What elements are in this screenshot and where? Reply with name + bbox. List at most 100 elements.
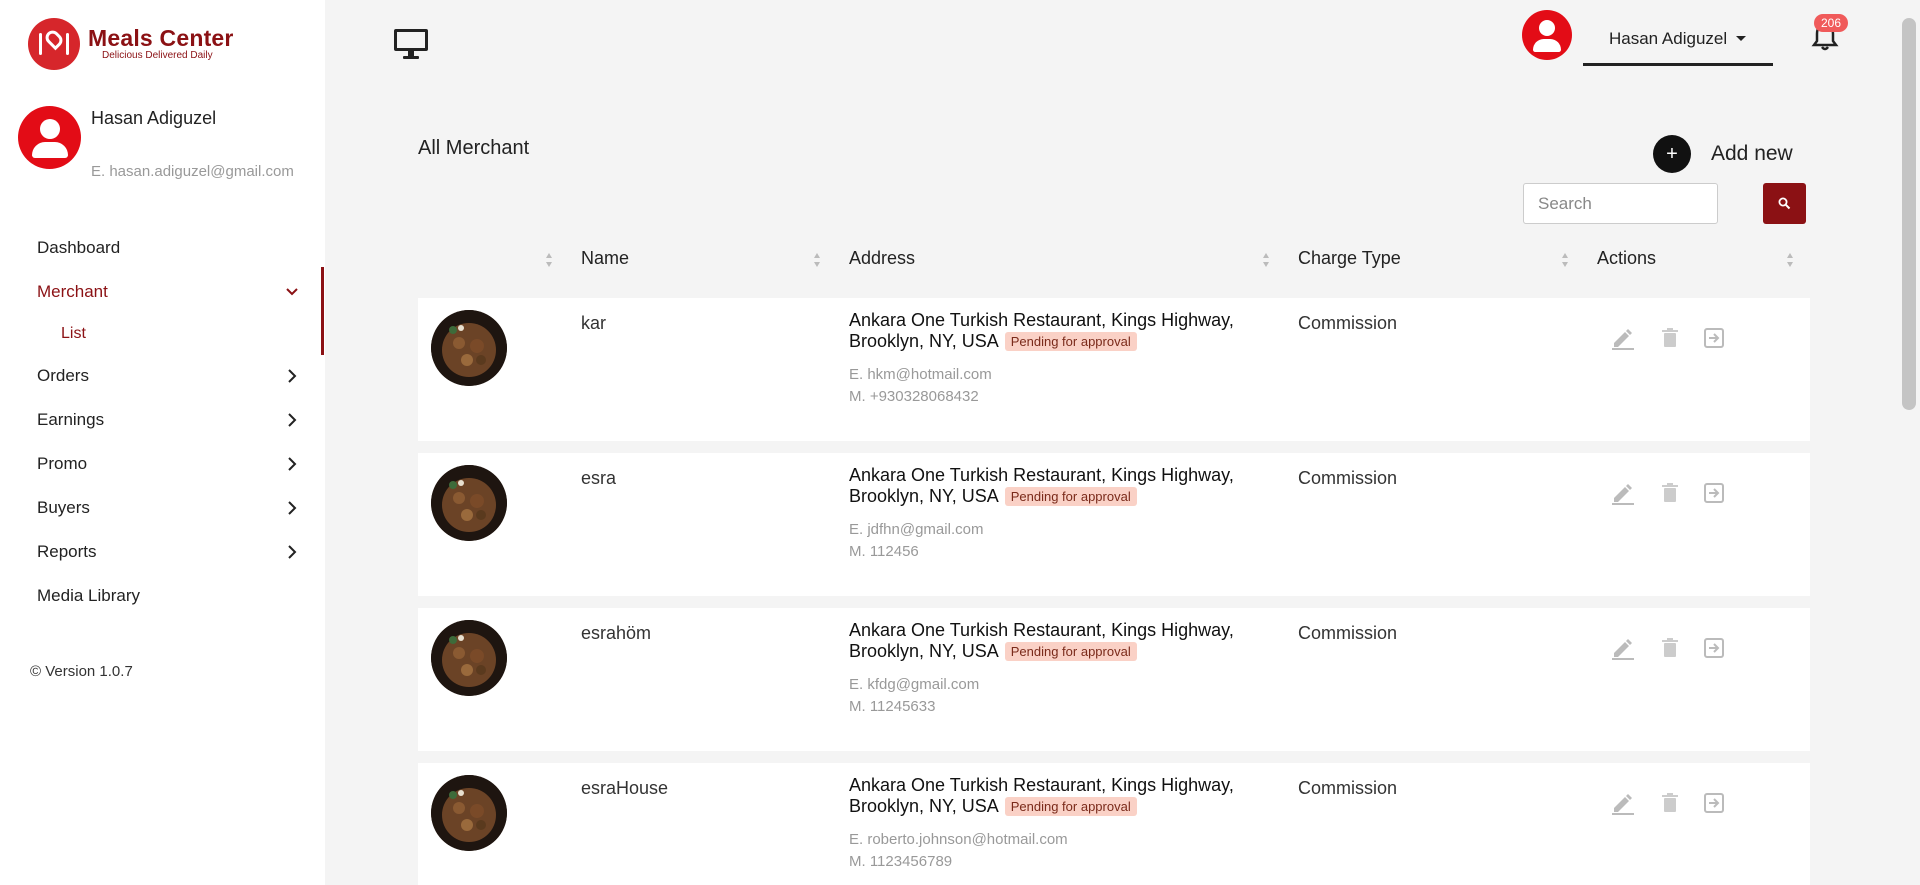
chevron-right-icon — [288, 413, 297, 427]
chevron-right-icon — [288, 369, 297, 383]
merchant-mobile: M. 11245633 — [849, 698, 936, 715]
chevron-right-icon — [288, 545, 297, 559]
sidebar-item-orders[interactable]: Orders — [0, 354, 325, 398]
edit-icon[interactable] — [1610, 325, 1636, 351]
page-title: All Merchant — [418, 137, 530, 159]
sidebar-item-earnings[interactable]: Earnings — [0, 398, 325, 442]
sort-icon[interactable] — [1560, 251, 1570, 269]
sidebar-item-label: Reports — [37, 542, 97, 561]
merchant-mobile: M. 112456 — [849, 543, 919, 560]
sidebar-item-label: Earnings — [37, 410, 105, 429]
sidebar-item-merchant[interactable]: Merchant — [0, 270, 325, 314]
merchant-charge-type: Commission — [1298, 313, 1398, 333]
user-menu-dropdown[interactable]: Hasan Adiguzel — [1583, 14, 1773, 66]
merchant-thumbnail — [431, 465, 507, 541]
merchant-email: E. hkm@hotmail.com — [849, 366, 992, 383]
sort-icon[interactable] — [812, 251, 822, 269]
sidebar-item-promo[interactable]: Promo — [0, 442, 325, 486]
add-new-label: Add new — [1711, 142, 1793, 165]
merchant-address: Ankara One Turkish Restaurant, Kings Hig… — [849, 775, 1234, 816]
merchant-charge-type: Commission — [1298, 623, 1398, 643]
merchant-email: E. roberto.johnson@hotmail.com — [849, 831, 1068, 848]
merchant-address: Ankara One Turkish Restaurant, Kings Hig… — [849, 310, 1234, 351]
profile-email: E. hasan.adiguzel@gmail.com — [91, 163, 294, 180]
caret-down-icon — [1736, 36, 1747, 41]
chevron-right-icon — [288, 457, 297, 471]
sidebar-item-label: Media Library — [37, 586, 140, 605]
merchant-name: esra — [581, 468, 617, 488]
search-input[interactable] — [1523, 183, 1718, 224]
add-new-button[interactable]: + Add new — [1653, 135, 1793, 173]
sidebar-item-media-library[interactable]: Media Library — [0, 574, 325, 618]
merchant-name: esraHouse — [581, 778, 669, 798]
column-header-actions[interactable]: Actions — [1597, 248, 1656, 269]
merchant-thumbnail — [431, 775, 507, 851]
merchant-thumbnail — [431, 310, 507, 386]
delete-icon[interactable] — [1657, 635, 1683, 661]
search-icon — [1778, 197, 1791, 210]
merchant-address: Ankara One Turkish Restaurant, Kings Hig… — [849, 620, 1234, 661]
sidebar-item-label: Merchant — [37, 282, 108, 301]
brand-tagline: Delicious Delivered Daily — [102, 50, 213, 61]
merchant-name: kar — [581, 313, 607, 333]
merchant-name: esrahöm — [581, 623, 652, 643]
chevron-down-icon — [286, 288, 298, 296]
merchant-charge-type: Commission — [1298, 778, 1398, 798]
sidebar-item-label: Buyers — [37, 498, 90, 517]
brand-title: Meals Center — [88, 25, 234, 51]
merchant-address: Ankara One Turkish Restaurant, Kings Hig… — [849, 465, 1234, 506]
sort-icon[interactable] — [544, 251, 554, 269]
merchant-charge-type: Commission — [1298, 468, 1398, 488]
sidebar-nav: Dashboard Merchant List Orders Earnings … — [0, 226, 325, 618]
delete-icon[interactable] — [1657, 325, 1683, 351]
logo-icon — [28, 18, 80, 70]
sort-icon[interactable] — [1785, 251, 1795, 269]
delete-icon[interactable] — [1657, 480, 1683, 506]
login-icon[interactable] — [1701, 325, 1727, 351]
merchant-mobile: M. 1123456789 — [849, 853, 953, 870]
user-menu-name: Hasan Adiguzel — [1609, 28, 1728, 48]
sidebar-item-reports[interactable]: Reports — [0, 530, 325, 574]
sidebar-item-label: List — [61, 325, 86, 342]
desktop-icon[interactable] — [392, 26, 432, 62]
login-icon[interactable] — [1701, 635, 1727, 661]
sidebar-item-label: Promo — [37, 454, 88, 473]
delete-icon[interactable] — [1657, 790, 1683, 816]
profile-avatar — [18, 106, 81, 169]
table-row: esra Ankara One Turkish Restaurant, King… — [418, 453, 1810, 596]
edit-icon[interactable] — [1610, 635, 1636, 661]
sidebar-item-list[interactable]: List — [0, 314, 325, 354]
sidebar-item-dashboard[interactable]: Dashboard — [0, 226, 325, 270]
status-badge: Pending for approval — [1004, 797, 1137, 816]
scrollbar-thumb[interactable] — [1902, 18, 1916, 410]
version-label: © Version 1.0.7 — [30, 663, 133, 680]
edit-icon[interactable] — [1610, 480, 1636, 506]
table-row: kar Ankara One Turkish Restaurant, Kings… — [418, 298, 1810, 441]
sidebar-item-label: Orders — [37, 366, 89, 385]
search-button[interactable] — [1763, 183, 1806, 224]
sort-icon[interactable] — [1261, 251, 1271, 269]
column-header-address[interactable]: Address — [849, 248, 915, 269]
column-header-name[interactable]: Name — [581, 248, 629, 269]
merchant-mobile: M. +930328068432 — [849, 388, 979, 405]
table-row: esrahöm Ankara One Turkish Restaurant, K… — [418, 608, 1810, 751]
merchant-email: E. kfdg@gmail.com — [849, 676, 980, 693]
sidebar-profile: Hasan Adiguzel E. hasan.adiguzel@gmail.c… — [18, 106, 318, 186]
login-icon[interactable] — [1701, 790, 1727, 816]
notification-badge: 206 — [1814, 14, 1848, 32]
plus-icon: + — [1653, 135, 1691, 173]
sidebar: Meals Center Delicious Delivered Daily H… — [0, 0, 325, 885]
sidebar-item-buyers[interactable]: Buyers — [0, 486, 325, 530]
column-header-charge-type[interactable]: Charge Type — [1298, 248, 1401, 269]
table-row: esraHouse Ankara One Turkish Restaurant,… — [418, 763, 1810, 885]
brand-logo[interactable]: Meals Center Delicious Delivered Daily — [28, 18, 234, 70]
active-nav-indicator — [321, 267, 324, 355]
status-badge: Pending for approval — [1004, 487, 1137, 506]
edit-icon[interactable] — [1610, 790, 1636, 816]
profile-name: Hasan Adiguzel — [91, 108, 217, 128]
merchant-thumbnail — [431, 620, 507, 696]
merchant-email: E. jdfhn@gmail.com — [849, 521, 984, 538]
user-avatar[interactable] — [1522, 10, 1572, 60]
login-icon[interactable] — [1701, 480, 1727, 506]
status-badge: Pending for approval — [1004, 332, 1137, 351]
